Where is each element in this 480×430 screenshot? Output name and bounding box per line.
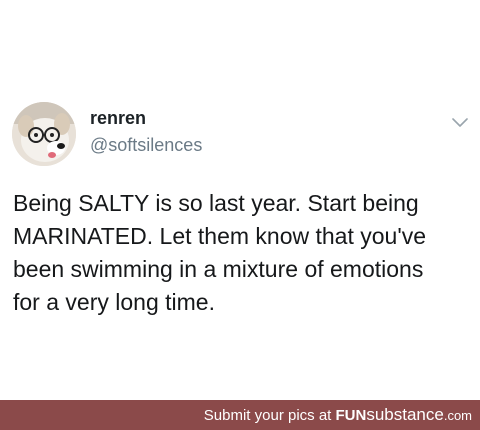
chevron-down-icon (452, 118, 468, 127)
footer-lead-text: Submit your pics at (203, 407, 336, 424)
brand-substance-text: substance (366, 405, 444, 424)
brand-fun-text: FUN (335, 407, 367, 424)
tweet-card: renren @softsilences Being SALTY is so l… (0, 0, 480, 400)
user-handle[interactable]: @softsilences (90, 134, 202, 156)
avatar[interactable] (12, 102, 76, 166)
display-name[interactable]: renren (90, 107, 146, 129)
more-options-button[interactable] (448, 113, 472, 133)
brand-dotcom-text: .com (443, 408, 472, 423)
footer-credit[interactable]: Submit your pics at FUNsubstance.com (204, 406, 472, 425)
tweet-text: Being SALTY is so last year. Start being… (13, 190, 427, 315)
dog-avatar-icon (12, 102, 76, 166)
footer-banner: Submit your pics at FUNsubstance.com (0, 400, 480, 430)
